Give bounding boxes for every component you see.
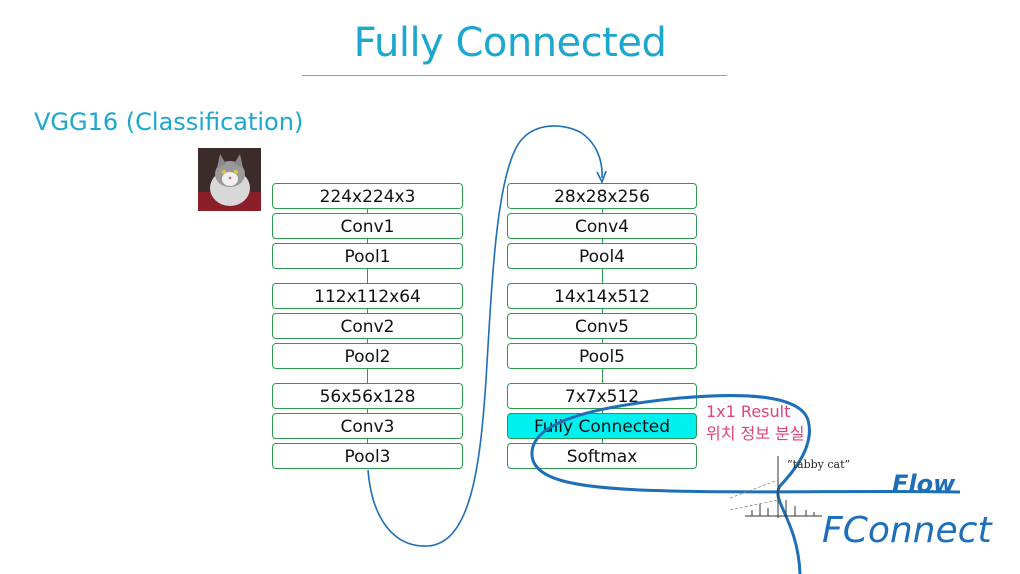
handwriting-fconnect: FConnect: [822, 510, 993, 551]
output-dashed-lines: [729, 479, 779, 511]
annotation-line1: 1x1 Result: [706, 402, 791, 421]
output-label: “tabby cat”: [787, 458, 851, 471]
annotation-line2: 위치 정보 분실: [706, 424, 805, 443]
handwriting-flow: Flow: [892, 470, 956, 498]
pen-annotations: Flow FConnect: [367, 125, 993, 574]
